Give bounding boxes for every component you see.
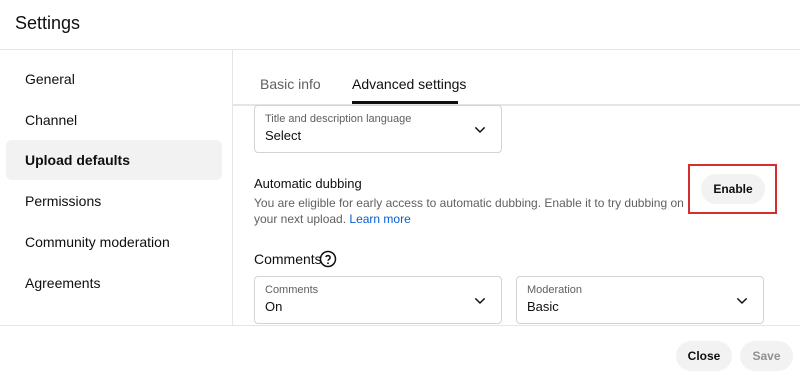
sidebar-item-label: Upload defaults <box>25 152 131 168</box>
sidebar-item-label: Permissions <box>25 193 102 209</box>
sidebar-item-channel[interactable]: Channel <box>6 100 222 140</box>
tab-advanced-settings[interactable]: Advanced settings <box>352 76 466 92</box>
sidebar-item-general[interactable]: General <box>6 59 222 99</box>
sidebar-item-label: Channel <box>25 112 78 128</box>
comments-select[interactable]: Comments On <box>254 276 502 324</box>
sidebar-item-agreements[interactable]: Agreements <box>6 263 222 303</box>
sidebar-item-upload-defaults[interactable]: Upload defaults <box>6 140 222 180</box>
dubbing-description: You are eligible for early access to aut… <box>254 195 694 227</box>
sidebar-item-label: Community moderation <box>25 234 170 250</box>
learn-more-link[interactable]: Learn more <box>349 212 410 226</box>
chevron-down-icon <box>474 297 486 305</box>
comments-select-label: Comments <box>265 284 319 296</box>
chevron-down-icon <box>736 297 748 305</box>
tab-basic-info[interactable]: Basic info <box>260 76 321 92</box>
dialog-header: Settings <box>0 0 800 50</box>
language-select[interactable]: Title and description language Select <box>254 105 502 153</box>
sidebar-item-label: General <box>25 71 75 87</box>
settings-tabs: Basic info Advanced settings <box>233 50 800 105</box>
dubbing-title: Automatic dubbing <box>254 176 362 191</box>
sidebar-item-label: Agreements <box>25 275 101 291</box>
enable-dubbing-button[interactable]: Enable <box>701 174 765 204</box>
settings-sidebar: General Channel Upload defaults Permissi… <box>0 50 233 325</box>
moderation-select-value: Basic <box>527 299 559 314</box>
comments-title: Comments <box>254 251 322 267</box>
comments-select-value: On <box>265 299 283 314</box>
dialog-title: Settings <box>15 13 81 33</box>
footer-divider <box>0 325 800 326</box>
sidebar-item-community-moderation[interactable]: Community moderation <box>6 222 222 262</box>
save-button[interactable]: Save <box>740 341 793 371</box>
help-circle-icon[interactable] <box>319 250 337 268</box>
dubbing-description-text: You are eligible for early access to aut… <box>254 196 684 226</box>
language-select-label: Title and description language <box>265 113 412 125</box>
sidebar-item-permissions[interactable]: Permissions <box>6 181 222 221</box>
chevron-down-icon <box>474 126 486 134</box>
moderation-select[interactable]: Moderation Basic <box>516 276 764 324</box>
moderation-select-label: Moderation <box>527 284 583 296</box>
close-button[interactable]: Close <box>676 341 732 371</box>
language-select-value: Select <box>265 128 302 143</box>
